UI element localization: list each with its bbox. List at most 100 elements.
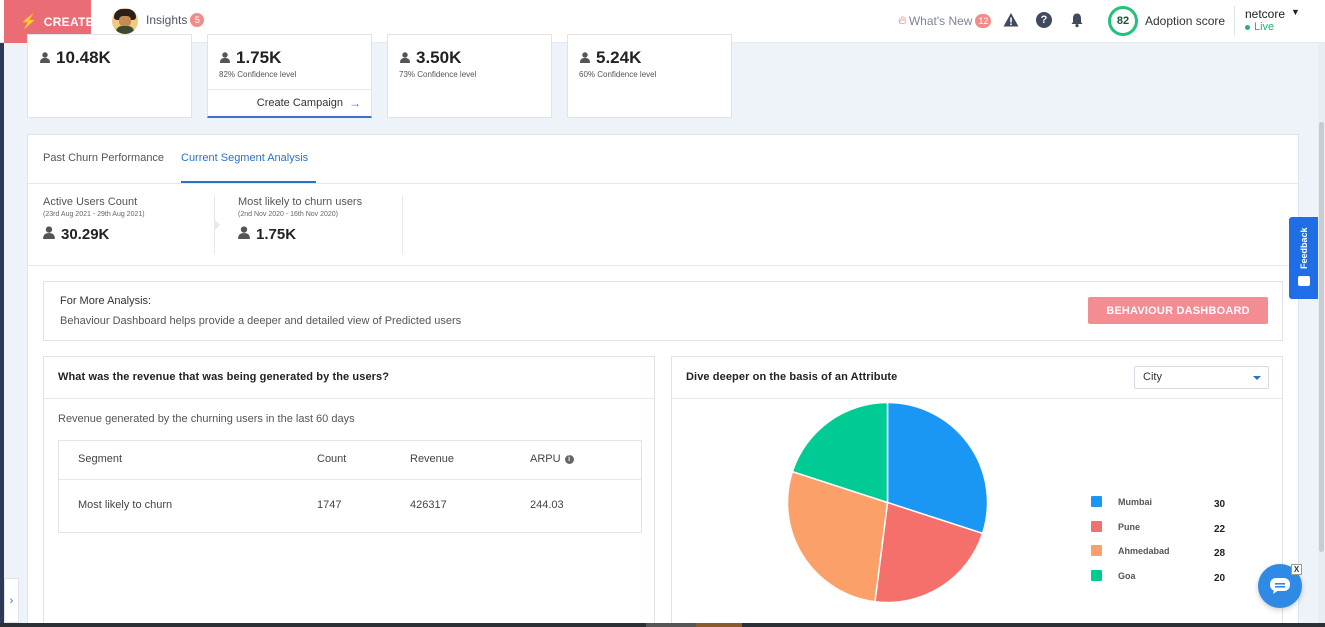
legend-label: Pune	[1118, 521, 1141, 532]
chevron-down-icon[interactable]: ▼	[1291, 7, 1300, 17]
stat-value: 5.24K	[580, 48, 641, 68]
tab-past-churn-performance[interactable]: Past Churn Performance	[43, 152, 164, 164]
feedback-icon	[1298, 276, 1310, 286]
behaviour-dashboard-button[interactable]: BEHAVIOUR DASHBOARD	[1088, 297, 1268, 324]
stat-card[interactable]: 10.48K	[27, 34, 192, 118]
metric-value-text: 30.29K	[61, 226, 110, 243]
cell-count: 1747	[317, 499, 342, 511]
help-icon[interactable]: ?	[1036, 12, 1052, 28]
revenue-card: What was the revenue that was being gene…	[43, 356, 655, 627]
divider	[402, 196, 403, 254]
cell-revenue: 426317	[410, 499, 447, 511]
user-icon	[40, 48, 50, 68]
segment-analysis-panel: Past Churn Performance Current Segment A…	[27, 134, 1299, 627]
analysis-title: For More Analysis:	[60, 295, 152, 307]
create-campaign-link[interactable]: Create Campaign →	[257, 96, 361, 110]
revenue-card-title: What was the revenue that was being gene…	[58, 371, 390, 383]
legend-value: 22	[1214, 524, 1226, 535]
avatar[interactable]	[112, 8, 138, 34]
confidence-level: 60% Confidence level	[579, 70, 657, 79]
divider	[672, 398, 1282, 399]
tab-bar: Past Churn Performance Current Segment A…	[28, 135, 1298, 184]
create-campaign-label: Create Campaign	[256, 97, 343, 109]
tab-current-segment-analysis[interactable]: Current Segment Analysis	[181, 152, 308, 164]
scrollbar-thumb[interactable]	[1319, 122, 1324, 552]
bell-icon[interactable]	[1069, 12, 1085, 28]
insights-count-badge: 5	[190, 13, 205, 27]
metric-range: (23rd Aug 2021 - 29th Aug 2021)	[43, 211, 145, 218]
whats-new-link[interactable]: 🔥︎ What's New 12	[898, 13, 992, 28]
divider	[208, 89, 371, 90]
stat-value: 1.75K	[220, 48, 281, 68]
left-nav-strip	[0, 0, 4, 627]
stat-value-text: 3.50K	[416, 48, 462, 67]
legend-value: 30	[1214, 499, 1226, 510]
legend-swatch	[1091, 545, 1102, 556]
cell-arpu: 244.03	[530, 499, 564, 511]
more-analysis-box: For More Analysis: Behaviour Dashboard h…	[43, 281, 1283, 341]
feedback-label: Feedback	[1299, 227, 1309, 269]
confidence-level: 82% Confidence level	[219, 70, 297, 79]
stat-value-text: 5.24K	[596, 48, 642, 67]
metric-value-text: 1.75K	[256, 226, 297, 243]
legend-item-goa[interactable]: Goa	[1091, 570, 1136, 581]
expand-sidebar-button[interactable]: ›	[4, 578, 19, 623]
metric-value: 30.29K	[43, 226, 145, 243]
confidence-level: 73% Confidence level	[399, 70, 477, 79]
divider	[59, 479, 641, 480]
metric-label: Active Users Count	[43, 196, 138, 208]
stat-value-text: 10.48K	[56, 48, 111, 67]
user-icon	[580, 48, 590, 68]
legend-swatch	[1091, 521, 1102, 532]
whats-new-label: What's New	[908, 13, 973, 28]
legend-item-ahmedabad[interactable]: Ahmedabad	[1091, 545, 1170, 556]
user-icon	[400, 48, 410, 68]
account-name[interactable]: netcore	[1245, 7, 1285, 21]
attribute-select-value: City	[1143, 371, 1162, 383]
stat-card[interactable]: 5.24K 60% Confidence level	[567, 34, 732, 118]
metric-active-users: Active Users Count (23rd Aug 2021 - 29th…	[43, 196, 145, 243]
metric-value: 1.75K	[238, 226, 362, 243]
attribute-select[interactable]: City	[1134, 366, 1269, 389]
pie-chart	[787, 402, 988, 603]
column-header-segment: Segment	[78, 453, 123, 465]
stat-card-active[interactable]: 1.75K 82% Confidence level Create Campai…	[207, 34, 372, 118]
status-dot-icon	[1245, 24, 1250, 30]
revenue-subtitle: Revenue generated by the churning users …	[58, 413, 355, 425]
insights-link[interactable]: Insights 5	[146, 13, 205, 27]
attribute-card: Dive deeper on the basis of an Attribute…	[671, 356, 1283, 627]
column-header-arpu: ARPU i	[530, 453, 574, 465]
info-icon[interactable]: i	[564, 454, 574, 464]
metric-range: (2nd Nov 2020 - 16th Nov 2020)	[238, 211, 339, 218]
stat-value: 10.48K	[40, 48, 111, 68]
flame-icon: 🔥︎	[898, 13, 907, 27]
metric-churn-users: Most likely to churn users (2nd Nov 2020…	[238, 196, 362, 243]
close-icon[interactable]: X	[1291, 564, 1302, 575]
warning-icon[interactable]	[1003, 12, 1019, 28]
legend-item-mumbai[interactable]: Mumbai	[1091, 496, 1152, 507]
adoption-score-value: 82	[1116, 15, 1130, 27]
legend-value: 28	[1214, 548, 1226, 559]
legend-label: Ahmedabad	[1118, 545, 1170, 556]
insights-label: Insights	[146, 13, 188, 27]
legend-value: 20	[1214, 573, 1226, 584]
user-icon	[220, 48, 230, 68]
column-header-arpu-label: ARPU	[530, 453, 561, 465]
adoption-score-label: Adoption score	[1145, 14, 1226, 28]
revenue-table: Segment Count Revenue ARPU i Most likely …	[58, 440, 642, 533]
feedback-tab[interactable]: Feedback	[1289, 217, 1318, 299]
chat-icon	[1270, 578, 1290, 594]
column-header-count: Count	[317, 453, 347, 465]
bolt-icon: ⚡	[20, 13, 38, 29]
legend-swatch	[1091, 570, 1102, 581]
adoption-score-ring[interactable]: 82	[1108, 6, 1138, 36]
stat-card[interactable]: 3.50K 73% Confidence level	[387, 34, 552, 118]
legend-label: Mumbai	[1118, 496, 1153, 507]
legend-swatch	[1091, 496, 1102, 507]
stat-value-text: 1.75K	[236, 48, 282, 67]
metrics-row: Active Users Count (23rd Aug 2021 - 29th…	[28, 184, 1298, 266]
bottom-bar	[0, 623, 1325, 627]
legend-item-pune[interactable]: Pune	[1091, 521, 1140, 532]
cell-segment: Most likely to churn	[78, 499, 173, 511]
chevron-right-icon: ›	[9, 594, 14, 607]
